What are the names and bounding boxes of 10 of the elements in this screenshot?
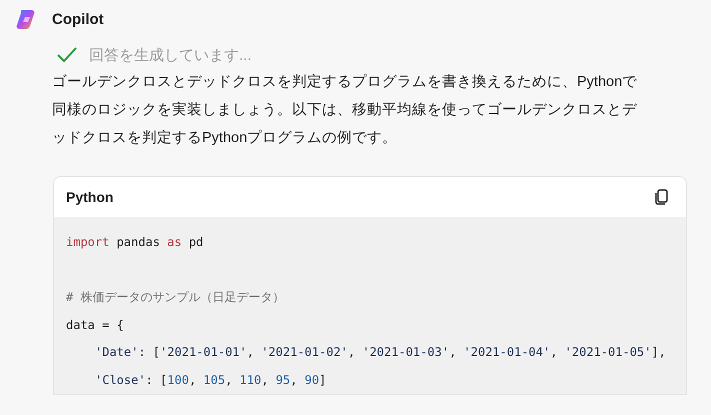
code-line: 'Date': ['2021-01-01', '2021-01-02', '2021-01-03', '2021-01-04', '2021-01-05'], bbox=[94, 344, 667, 361]
code-line: data = { bbox=[66, 316, 125, 334]
copy-icon bbox=[654, 189, 668, 205]
message-text: ゴールデンクロスとデッドクロスを判定するプログラムを書き換えるために、Pythonで同様のロジックを実装しましょう。以下は、移動平均線を使ってゴールデンクロスとデッドクロスを判定するPythonプログラムの例です。 bbox=[52, 72, 638, 148]
code-line: # 株価データのサンプル（日足データ） bbox=[66, 289, 286, 306]
code-line: import pandas as pd bbox=[66, 234, 204, 251]
assistant-name: Copilot bbox=[52, 10, 104, 28]
code-line: 'Close': [100, 105, 110, 95, 90] bbox=[94, 372, 328, 388]
status-text: 回答を生成しています... bbox=[89, 46, 252, 64]
language-label: Python bbox=[66, 189, 114, 205]
